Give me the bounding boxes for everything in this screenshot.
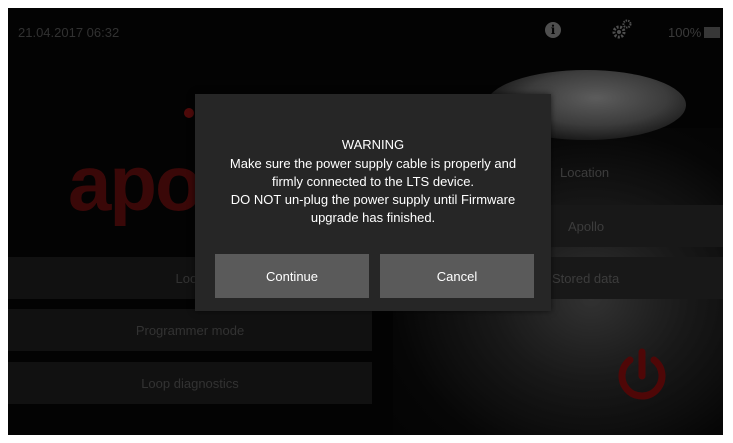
dialog-message: Make sure the power supply cable is prop… xyxy=(205,155,541,227)
dialog-message-line-3: DO NOT un-plug the power supply until Fi… xyxy=(230,192,516,207)
screen: 21.04.2017 06:32 i 100% apo Loop Program… xyxy=(0,0,733,443)
dialog-title: WARNING xyxy=(341,137,405,152)
continue-button[interactable]: Continue xyxy=(215,254,369,298)
device-display: 21.04.2017 06:32 i 100% apo Loop Program… xyxy=(8,8,723,435)
dialog-message-line-1: Make sure the power supply cable is prop… xyxy=(229,156,517,171)
dialog-message-line-4: upgrade has finished. xyxy=(310,210,436,225)
cancel-button[interactable]: Cancel xyxy=(380,254,534,298)
dialog-message-line-2: firmly connected to the LTS device. xyxy=(271,174,475,189)
warning-dialog: WARNING Make sure the power supply cable… xyxy=(195,94,551,311)
